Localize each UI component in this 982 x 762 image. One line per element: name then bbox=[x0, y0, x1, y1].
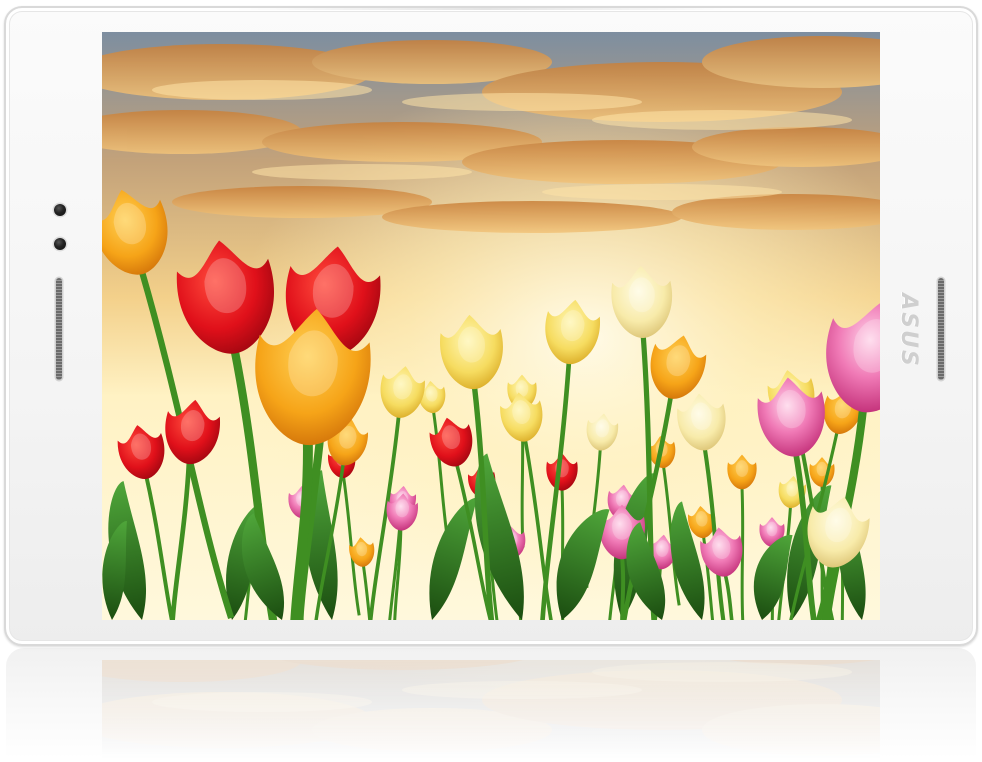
left-speaker-grille bbox=[56, 278, 62, 380]
tulip-field-photo bbox=[102, 32, 880, 620]
brand-logo-text: ASUS bbox=[895, 292, 921, 368]
tulip-stem bbox=[620, 556, 626, 620]
tablet-screen bbox=[102, 32, 880, 620]
front-camera-icon bbox=[54, 204, 66, 216]
clouds bbox=[102, 36, 880, 233]
light-sensor-icon bbox=[54, 238, 66, 250]
bezel-edge-highlight bbox=[236, 8, 736, 10]
screen-reflection-image bbox=[102, 660, 880, 760]
right-speaker-grille bbox=[938, 278, 944, 380]
screen-reflection bbox=[102, 660, 880, 760]
brand-logo: ASUS bbox=[878, 280, 938, 380]
